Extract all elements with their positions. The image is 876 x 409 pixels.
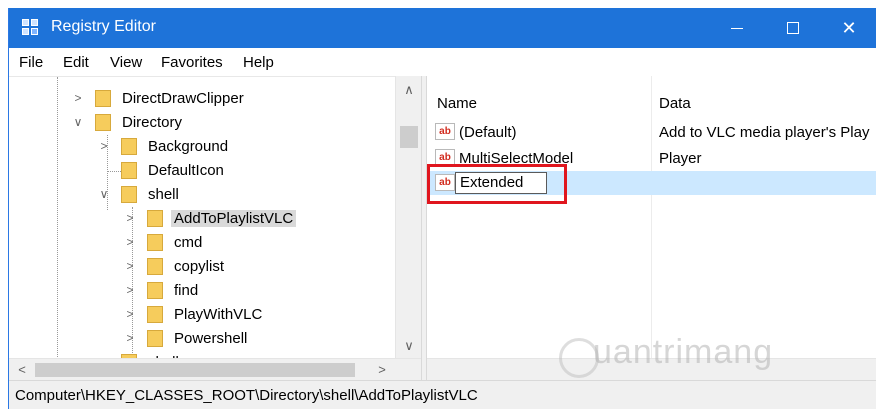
tree-item-label: shell — [148, 186, 179, 203]
registry-editor-window: Registry Editor ✕ File Edit View Favorit… — [8, 8, 876, 409]
registry-editor-icon — [22, 19, 40, 37]
folder-icon — [147, 258, 163, 275]
annotation-highlight-box — [427, 164, 567, 204]
title-bar[interactable]: Registry Editor ✕ — [9, 8, 876, 48]
scroll-left-icon[interactable]: < — [9, 362, 35, 377]
status-bar: Computer\HKEY_CLASSES_ROOT\Directory\she… — [9, 380, 876, 409]
tree-vertical-scrollbar[interactable]: ∧ ∨ — [395, 76, 421, 358]
scroll-up-icon[interactable]: ∧ — [396, 82, 422, 98]
folder-icon — [95, 114, 111, 131]
tree-guide-line — [107, 171, 121, 172]
column-header-name[interactable]: Name — [437, 95, 477, 112]
menu-file[interactable]: File — [19, 54, 43, 71]
menu-edit[interactable]: Edit — [63, 54, 89, 71]
folder-icon — [147, 210, 163, 227]
watermark-text: uantrimang — [593, 333, 774, 371]
value-data: Add to VLC media player's Play — [659, 124, 870, 141]
tree-item-label: Powershell — [174, 330, 248, 347]
scroll-down-icon[interactable]: ∨ — [396, 338, 422, 354]
menu-bar: File Edit View Favorites Help — [9, 48, 876, 76]
chevron-down-icon[interactable]: ∨ — [71, 115, 85, 129]
chevron-right-icon[interactable]: > — [123, 307, 137, 321]
tree-item-label: DefaultIcon — [148, 162, 224, 179]
value-name: (Default) — [459, 124, 517, 141]
folder-icon — [121, 162, 137, 179]
value-data: Player — [659, 150, 702, 167]
scroll-thumb[interactable] — [35, 363, 355, 377]
column-header-data[interactable]: Data — [659, 95, 691, 112]
minimize-button[interactable] — [709, 8, 765, 48]
folder-icon — [121, 186, 137, 203]
chevron-right-icon[interactable]: > — [123, 331, 137, 345]
menu-help[interactable]: Help — [243, 54, 274, 71]
close-button[interactable]: ✕ — [821, 8, 876, 48]
maximize-button[interactable] — [765, 8, 821, 48]
chevron-right-icon[interactable]: > — [123, 283, 137, 297]
chevron-right-icon[interactable]: > — [123, 259, 137, 273]
scroll-thumb[interactable] — [400, 126, 418, 148]
scroll-right-icon[interactable]: > — [369, 362, 395, 377]
folder-icon — [95, 90, 111, 107]
folder-icon — [147, 282, 163, 299]
string-value-icon: ab — [435, 123, 455, 140]
menu-favorites[interactable]: Favorites — [161, 54, 223, 71]
tree-item-label: Directory — [122, 114, 183, 131]
maximize-icon — [787, 22, 799, 34]
tree-item-label: find — [174, 282, 199, 299]
tree-item-label: cmd — [174, 234, 203, 251]
column-separator[interactable] — [651, 76, 652, 358]
chevron-right-icon[interactable]: > — [71, 91, 85, 105]
chevron-right-icon[interactable]: > — [123, 211, 137, 225]
registry-path: Computer\HKEY_CLASSES_ROOT\Directory\she… — [15, 387, 478, 404]
tree-item-label: AddToPlaylistVLC — [171, 210, 297, 227]
minimize-icon — [731, 28, 743, 29]
key-tree[interactable]: > DirectDrawClipper ∨ Directory > Backgr… — [9, 76, 421, 358]
folder-icon — [147, 234, 163, 251]
tree-item-label: Background — [148, 138, 229, 155]
tree-item-label: PlayWithVLC — [174, 306, 263, 323]
chevron-right-icon[interactable]: > — [123, 235, 137, 249]
chevron-down-icon[interactable]: ∨ — [97, 187, 111, 201]
window-title: Registry Editor — [51, 18, 156, 35]
folder-icon — [121, 138, 137, 155]
tree-item-label: copylist — [174, 258, 225, 275]
chevron-right-icon[interactable]: > — [97, 139, 111, 153]
values-list[interactable]: Name Data ab (Default) Add to VLC media … — [427, 76, 876, 358]
tree-horizontal-scrollbar[interactable]: < > — [9, 358, 421, 380]
tree-guide-line — [57, 77, 58, 358]
list-item[interactable]: ab (Default) Add to VLC media player's P… — [427, 120, 876, 144]
menu-view[interactable]: View — [110, 54, 142, 71]
folder-icon — [147, 306, 163, 323]
tree-item-label: DirectDrawClipper — [122, 90, 244, 107]
close-icon: ✕ — [841, 18, 857, 38]
folder-icon — [147, 330, 163, 347]
